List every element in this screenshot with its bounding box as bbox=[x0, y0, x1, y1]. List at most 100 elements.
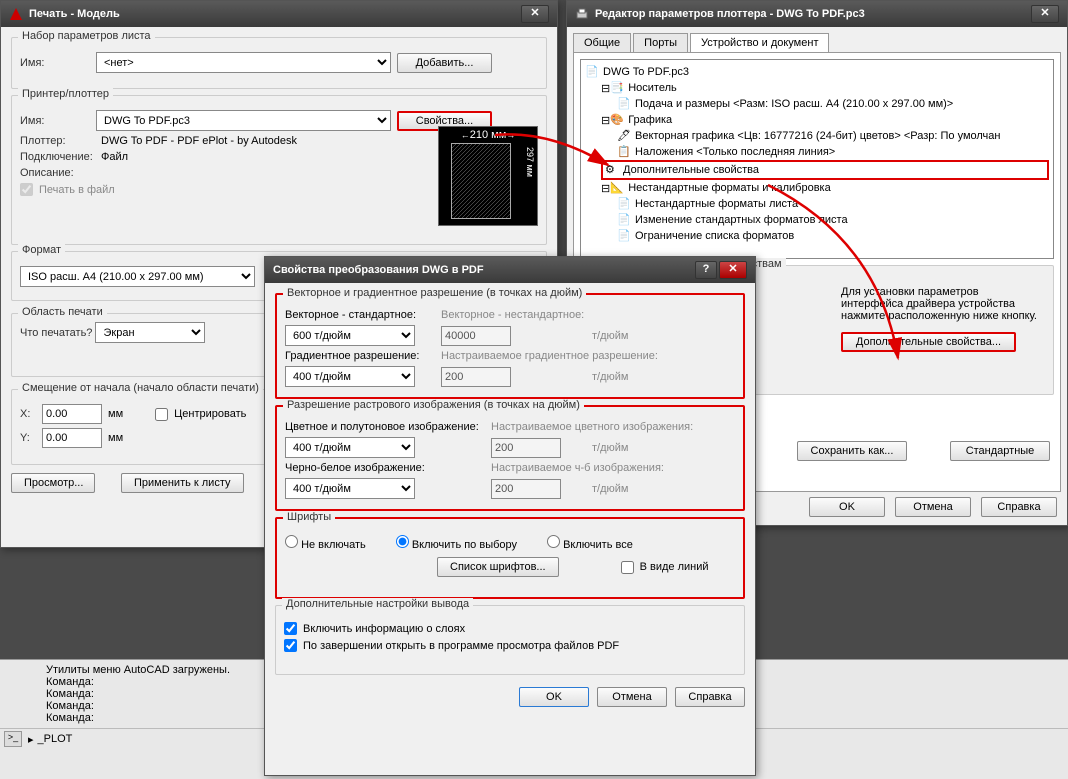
tree-media[interactable]: Носитель bbox=[628, 82, 677, 94]
what-print-label: Что печатать? bbox=[20, 327, 92, 339]
offset-legend: Смещение от начала (начало области печат… bbox=[18, 382, 263, 394]
what-print-select[interactable]: Экран bbox=[95, 322, 205, 343]
print-titlebar: Печать - Модель ✕ bbox=[1, 1, 557, 27]
pdf-titlebar: Свойства преобразования DWG в PDF ? ✕ bbox=[265, 257, 755, 283]
feed-icon: 📄 bbox=[617, 97, 631, 111]
grad-select[interactable]: 400 т/дюйм bbox=[285, 366, 415, 387]
media-icon: 📑 bbox=[610, 81, 624, 95]
apply-to-sheet-button[interactable]: Применить к листу bbox=[121, 473, 244, 493]
fonts-choice-radio[interactable] bbox=[396, 535, 409, 548]
offset-x-label: X: bbox=[20, 408, 36, 420]
vector-group-legend: Векторное и градиентное разрешение (в то… bbox=[283, 287, 586, 299]
open-after-checkbox[interactable] bbox=[284, 639, 297, 652]
fonts-all-radio[interactable] bbox=[547, 535, 560, 548]
pdf-cancel-button[interactable]: Отмена bbox=[597, 687, 667, 707]
nonstd-icon: 📐 bbox=[610, 181, 624, 195]
tree-root[interactable]: DWG To PDF.pc3 bbox=[603, 66, 689, 78]
tree-change-formats[interactable]: Изменение стандартных форматов листа bbox=[635, 214, 848, 226]
plotter-help-button[interactable]: Справка bbox=[981, 497, 1057, 517]
offset-x-input[interactable] bbox=[42, 404, 102, 424]
bw-nonstd-input bbox=[491, 479, 561, 499]
grad-nonstd-input bbox=[441, 367, 511, 387]
vec-std-select[interactable]: 600 т/дюйм bbox=[285, 325, 415, 346]
vec-nonstd-label: Векторное - нестандартное: bbox=[441, 309, 732, 321]
offset-y-label: Y: bbox=[20, 432, 36, 444]
fonts-legend: Шрифты bbox=[283, 511, 335, 523]
format-icon: 📄 bbox=[617, 197, 631, 211]
connection-label: Подключение: bbox=[20, 151, 95, 163]
color-unit: т/дюйм bbox=[592, 442, 732, 454]
font-list-button[interactable]: Список шрифтов... bbox=[437, 557, 559, 577]
printer-legend: Принтер/плоттер bbox=[18, 88, 113, 100]
description-label: Описание: bbox=[20, 167, 95, 179]
plotter-ok-button[interactable]: OK bbox=[809, 497, 885, 517]
tab-general[interactable]: Общие bbox=[573, 33, 631, 52]
print-title: Печать - Модель bbox=[29, 8, 120, 20]
tree-custom-props[interactable]: Дополнительные свойства bbox=[623, 164, 759, 176]
tree-feed[interactable]: Подача и размеры <Разм: ISO расш. A4 (21… bbox=[635, 98, 953, 110]
color-label: Цветное и полутоновое изображение: bbox=[285, 421, 485, 433]
offset-x-unit: мм bbox=[108, 408, 123, 420]
tab-device[interactable]: Устройство и документ bbox=[690, 33, 829, 52]
tree-nonstd-formats[interactable]: Нестандартные форматы листа bbox=[635, 198, 798, 210]
fonts-none-radio[interactable] bbox=[285, 535, 298, 548]
tree-overlay[interactable]: Наложения <Только последняя линия> bbox=[635, 146, 835, 158]
help-icon[interactable]: ? bbox=[695, 261, 717, 279]
tab-ports[interactable]: Порты bbox=[633, 33, 688, 52]
paper-preview: ←210 мм→ 297 мм bbox=[438, 126, 538, 226]
tree-nonstd[interactable]: Нестандартные форматы и калибровка bbox=[628, 182, 831, 194]
offset-y-input[interactable] bbox=[42, 428, 102, 448]
tree-vector[interactable]: Векторная графика <Цв: 16777216 (24-бит)… bbox=[635, 130, 1000, 142]
device-tree[interactable]: 📄DWG To PDF.pc3 ⊟📑Носитель 📄Подача и раз… bbox=[580, 59, 1054, 259]
layers-label: Включить информацию о слоях bbox=[303, 623, 465, 635]
plotter-cancel-button[interactable]: Отмена bbox=[895, 497, 971, 517]
format-icon: 📄 bbox=[617, 229, 631, 243]
preview-button[interactable]: Просмотр... bbox=[11, 473, 95, 493]
output-legend: Дополнительные настройки вывода bbox=[282, 598, 473, 610]
format-legend: Формат bbox=[18, 244, 65, 256]
close-icon[interactable]: ✕ bbox=[521, 5, 549, 23]
print-to-file-label: Печать в файл bbox=[39, 184, 115, 196]
format-icon: 📄 bbox=[617, 213, 631, 227]
close-icon[interactable]: ✕ bbox=[1031, 5, 1059, 23]
pageset-name-select[interactable]: <нет> bbox=[96, 52, 391, 73]
command-input[interactable]: _PLOT bbox=[38, 733, 73, 745]
save-as-button[interactable]: Сохранить как... bbox=[797, 441, 907, 461]
app-icon bbox=[9, 7, 23, 21]
add-pageset-button[interactable]: Добавить... bbox=[397, 53, 492, 73]
open-after-label: По завершении открыть в программе просмо… bbox=[303, 640, 619, 652]
color-select[interactable]: 400 т/дюйм bbox=[285, 437, 415, 458]
printer-name-select[interactable]: DWG To PDF.pc3 bbox=[96, 110, 391, 131]
plotter-title: Редактор параметров плоттера - DWG To PD… bbox=[595, 8, 865, 20]
plotter-file-icon: 📄 bbox=[585, 65, 599, 79]
bw-unit: т/дюйм bbox=[592, 483, 732, 495]
pageset-name-label: Имя: bbox=[20, 57, 90, 69]
vec-nonstd-input bbox=[441, 326, 511, 346]
printer-icon bbox=[575, 7, 589, 21]
printer-name-label: Имя: bbox=[20, 115, 90, 127]
format-select[interactable]: ISO расш. A4 (210.00 x 297.00 мм) bbox=[20, 266, 255, 287]
as-lines-checkbox[interactable] bbox=[621, 561, 634, 574]
layers-checkbox[interactable] bbox=[284, 622, 297, 635]
center-checkbox[interactable] bbox=[155, 408, 168, 421]
color-nonstd-label: Настраиваемое цветного изображения: bbox=[491, 421, 732, 433]
bw-nonstd-label: Настраиваемое ч-б изображения: bbox=[491, 462, 732, 474]
pdf-title: Свойства преобразования DWG в PDF bbox=[273, 264, 484, 276]
grad-unit: т/дюйм bbox=[592, 371, 732, 383]
tree-graphics[interactable]: Графика bbox=[628, 114, 672, 126]
tree-limit-formats[interactable]: Ограничение списка форматов bbox=[635, 230, 794, 242]
pdf-help-button[interactable]: Справка bbox=[675, 687, 745, 707]
center-label: Центрировать bbox=[174, 408, 246, 420]
pdf-ok-button[interactable]: OK bbox=[519, 687, 589, 707]
grad-label: Градиентное разрешение: bbox=[285, 350, 435, 362]
custom-properties-button[interactable]: Дополнительные свойства... bbox=[841, 332, 1016, 352]
offset-y-unit: мм bbox=[108, 432, 123, 444]
color-nonstd-input bbox=[491, 438, 561, 458]
area-legend: Область печати bbox=[18, 306, 107, 318]
command-prompt-icon: >_ bbox=[4, 731, 22, 747]
defaults-button[interactable]: Стандартные bbox=[950, 441, 1050, 461]
close-icon[interactable]: ✕ bbox=[719, 261, 747, 279]
bw-select[interactable]: 400 т/дюйм bbox=[285, 478, 415, 499]
raster-group-legend: Разрешение растрового изображения (в точ… bbox=[283, 399, 584, 411]
print-to-file-checkbox bbox=[20, 183, 33, 196]
